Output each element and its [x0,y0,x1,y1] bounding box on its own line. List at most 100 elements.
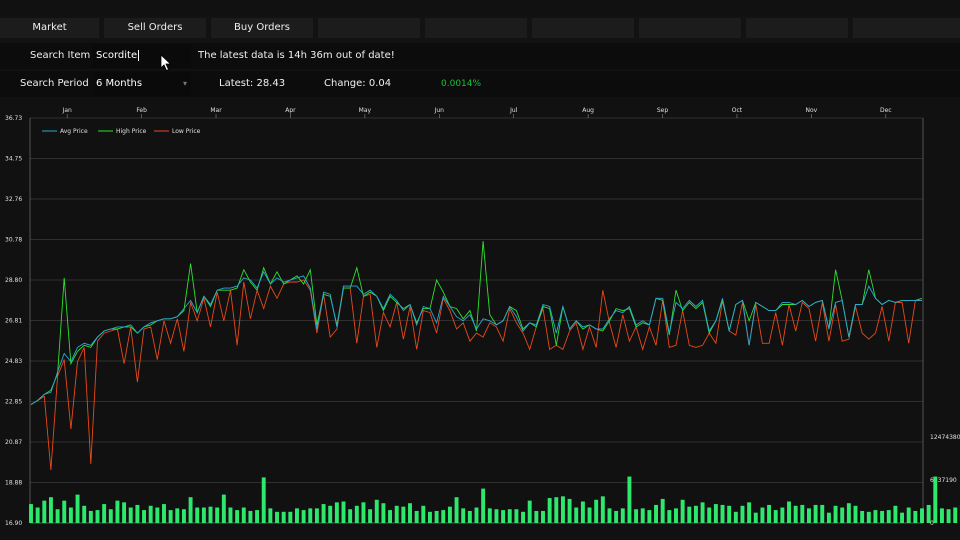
volume-bar [261,477,266,523]
volume-bar [142,510,147,523]
volume-tick-label: 12474380 [930,434,960,441]
volume-bar [62,500,67,523]
y-tick-label: 32.76 [5,196,22,203]
legend-label: Low Price [172,128,201,135]
volume-bar [926,504,931,523]
volume-bar [806,508,811,523]
volume-bar [787,501,791,523]
tab-empty-5 [746,18,848,38]
volume-bar [747,502,752,523]
volume-bar [707,507,712,523]
volume-bar [48,497,53,523]
volume-bar [201,507,206,523]
volume-bar [560,496,565,523]
series-line-avg-price [30,270,922,405]
volume-bar [255,510,260,523]
month-label: Aug [582,107,594,114]
price-axis: 36.73 34.75 32.76 30.78 28.80 26.81 24.83 22.85… [5,115,22,527]
volume-bar [481,488,486,523]
volume-bar [148,505,153,523]
search-input-value: Scordite [96,50,138,61]
volume-bar [421,505,426,523]
volume-bar [660,498,665,523]
month-label: May [359,107,372,114]
volume-bar [341,501,346,523]
series-line-low-price [30,279,922,470]
volume-bar [753,512,758,523]
volume-bar [680,499,685,523]
volume-bar [95,510,100,523]
volume-bar [846,503,851,523]
latest-price: Latest: 28.43 [219,78,286,89]
search-input[interactable]: Scordite [93,44,191,68]
tab-sell-orders[interactable]: Sell Orders [104,18,206,38]
volume-bar [401,506,406,523]
volume-bar [813,504,818,523]
tab-empty-1 [318,18,420,38]
volume-bar [368,509,373,523]
chart-legend: Avg Price High Price Low Price [42,128,201,135]
volume-bar [328,505,333,523]
price-change-percent: 0.0014% [441,79,482,89]
volume-bar [388,510,393,523]
volume-bar [760,507,765,523]
volume-bar [700,502,705,523]
volume-bar [713,504,718,523]
volume-bar [873,510,878,523]
volume-bar [833,505,838,523]
volume-bar [900,512,905,523]
volume-bar [447,506,452,523]
volume-bar [594,499,599,523]
volume-bar [29,504,33,523]
volume-bar [800,504,805,523]
search-period-label: Search Period [20,78,89,89]
volume-bar [906,507,911,523]
volume-bar [534,510,539,523]
y-tick-label: 16.90 [5,520,22,527]
volume-bar [840,507,845,523]
tab-empty-4 [639,18,741,38]
volume-bar [501,510,506,523]
tab-empty-2 [425,18,527,38]
volume-bar [720,504,725,523]
volume-bar [162,504,166,523]
volume-bar [128,507,133,523]
month-label: Jan [62,107,72,114]
volume-bar [394,505,399,523]
price-history-chart[interactable]: Jan Feb Mar Apr May Jun Jul Aug Sep Oct Nov Dec 36.… [0,100,960,532]
month-label: Nov [806,107,818,114]
tab-buy-orders[interactable]: Buy Orders [211,18,313,38]
volume-bar [102,504,107,523]
volume-bar [208,506,213,523]
volume-bar [767,504,772,523]
volume-bar [574,507,579,523]
volume-bar [82,505,87,523]
y-tick-label: 26.81 [5,318,22,325]
volume-bar [913,510,918,523]
volume-bar [361,502,366,523]
tab-market[interactable]: Market [0,18,99,38]
volume-bar [75,494,80,523]
volume-bar [674,508,678,523]
volume-bar [135,504,140,523]
volume-bar [181,509,186,523]
search-period-value: 6 Months [96,78,143,89]
tab-empty-6 [853,18,960,38]
volume-bar [773,510,778,523]
volume-bar [507,509,512,523]
legend-label: Avg Price [60,128,88,135]
volume-bar [521,511,526,523]
volume-bar [314,508,319,523]
volume-bar [527,500,532,523]
month-label: Jun [434,107,445,114]
volume-bar [880,510,885,523]
volume-bar [188,497,193,523]
volume-bar [461,508,466,523]
volume-bar [614,510,619,523]
search-period-select[interactable]: 6 Months ▾ [93,72,191,96]
y-tick-label: 36.73 [5,115,22,122]
volume-bar [408,503,412,523]
volume-bar [733,511,738,523]
search-item-label: Search Item [30,50,91,61]
volume-bar [301,510,306,523]
